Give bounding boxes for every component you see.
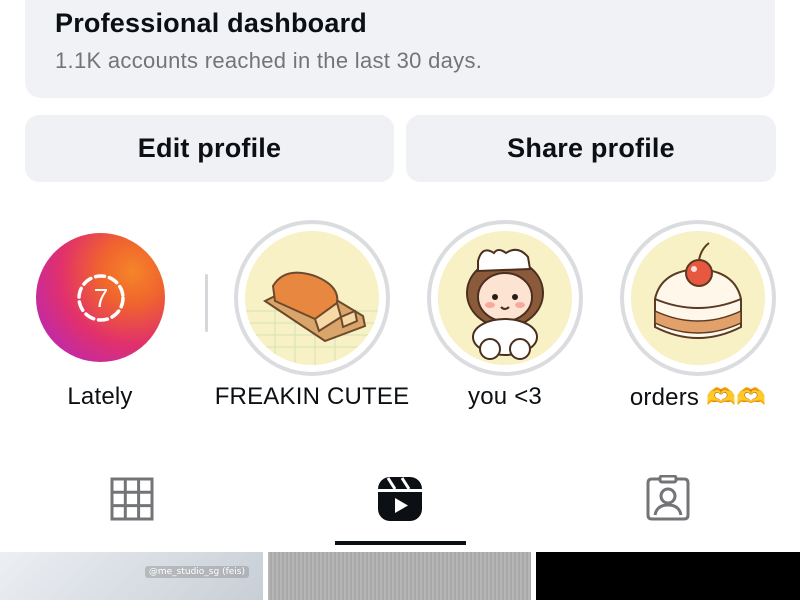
highlight-freakin-cutee[interactable] xyxy=(234,220,390,376)
girl-cover-icon xyxy=(438,231,572,365)
cake-cover-icon xyxy=(631,231,765,365)
dashboard-subtitle: 1.1K accounts reached in the last 30 day… xyxy=(55,48,483,73)
reel-thumbnail[interactable] xyxy=(268,552,531,600)
bread-cover-icon xyxy=(245,231,379,365)
story-archive-icon: 7 xyxy=(76,273,125,322)
edit-profile-button[interactable]: Edit profile xyxy=(25,115,394,182)
selected-tab-indicator xyxy=(335,541,466,545)
highlight-label: Lately xyxy=(67,383,133,410)
thumbnail-watermark: @me_studio_sg (feis) xyxy=(144,566,249,578)
share-profile-button[interactable]: Share profile xyxy=(406,115,776,182)
highlight-label: orders 🫶🫶 xyxy=(629,384,767,411)
highlights-divider xyxy=(205,274,208,332)
tab-reels[interactable] xyxy=(376,475,424,523)
tagged-user-icon xyxy=(646,474,690,521)
grid-icon xyxy=(110,477,154,521)
tab-tagged[interactable] xyxy=(644,474,692,523)
tab-posts[interactable] xyxy=(108,475,156,523)
reel-thumbnail[interactable] xyxy=(536,552,800,600)
reels-icon xyxy=(378,477,422,521)
archive-count: 7 xyxy=(93,283,107,313)
highlight-you-heart[interactable] xyxy=(427,220,583,376)
reel-thumbnail[interactable]: @me_studio_sg (feis) xyxy=(0,552,263,600)
professional-dashboard-card[interactable]: Professional dashboard 1.1K accounts rea… xyxy=(25,0,775,98)
highlight-orders[interactable] xyxy=(620,220,776,376)
highlight-label: FREAKIN CUTEE xyxy=(214,383,410,410)
highlight-label: you <3 xyxy=(468,383,542,410)
highlight-lately[interactable]: 7 xyxy=(36,233,165,362)
dashboard-title: Professional dashboard xyxy=(55,8,367,38)
